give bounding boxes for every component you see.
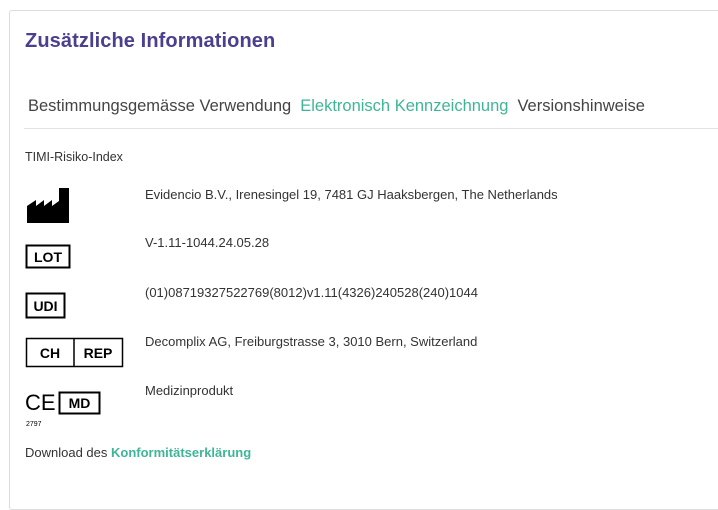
conformity-declaration-link[interactable]: Konformitätserklärung <box>111 445 251 460</box>
additional-info-panel <box>9 10 718 510</box>
manufacturer-icon <box>27 188 69 223</box>
download-line: Download des Konformitätserklärung <box>25 445 251 460</box>
ce-notified-body-number: 2797 <box>26 421 42 428</box>
svg-text:CH: CH <box>40 345 60 361</box>
lot-icon: LOT <box>25 244 71 269</box>
ce-md-text: Medizinprodukt <box>145 383 234 398</box>
lot-text: V-1.11-1044.24.05.28 <box>145 235 270 250</box>
udi-icon: UDI <box>25 292 66 319</box>
product-name: TIMI-Risiko-Index <box>25 150 123 164</box>
svg-text:UDI: UDI <box>33 298 57 314</box>
svg-text:MD: MD <box>69 395 91 411</box>
ch-rep-text: Decomplix AG, Freiburgstrasse 3, 3010 Be… <box>145 334 478 349</box>
udi-text: (01)08719327522769(8012)v1.11(4326)24052… <box>145 285 478 300</box>
tab-release-notes[interactable]: Versionshinweise <box>517 97 645 116</box>
tab-bar: Bestimmungsgemässe Verwendung Elektronis… <box>28 97 645 116</box>
svg-text:REP: REP <box>84 345 113 361</box>
tab-electronic-labeling[interactable]: Elektronisch Kennzeichnung <box>300 97 508 116</box>
panel-title: Zusätzliche Informationen <box>25 30 276 52</box>
download-prefix: Download des <box>25 445 108 460</box>
tabs-divider <box>24 128 718 129</box>
tab-intended-use[interactable]: Bestimmungsgemässe Verwendung <box>28 97 291 116</box>
ce-mark: CE <box>25 390 56 415</box>
ce-md-icon: CE 2797 MD <box>25 390 101 428</box>
svg-text:LOT: LOT <box>34 249 62 265</box>
manufacturer-text: Evidencio B.V., Irenesingel 19, 7481 GJ … <box>145 187 558 202</box>
ch-rep-icon: CH REP <box>25 337 124 368</box>
